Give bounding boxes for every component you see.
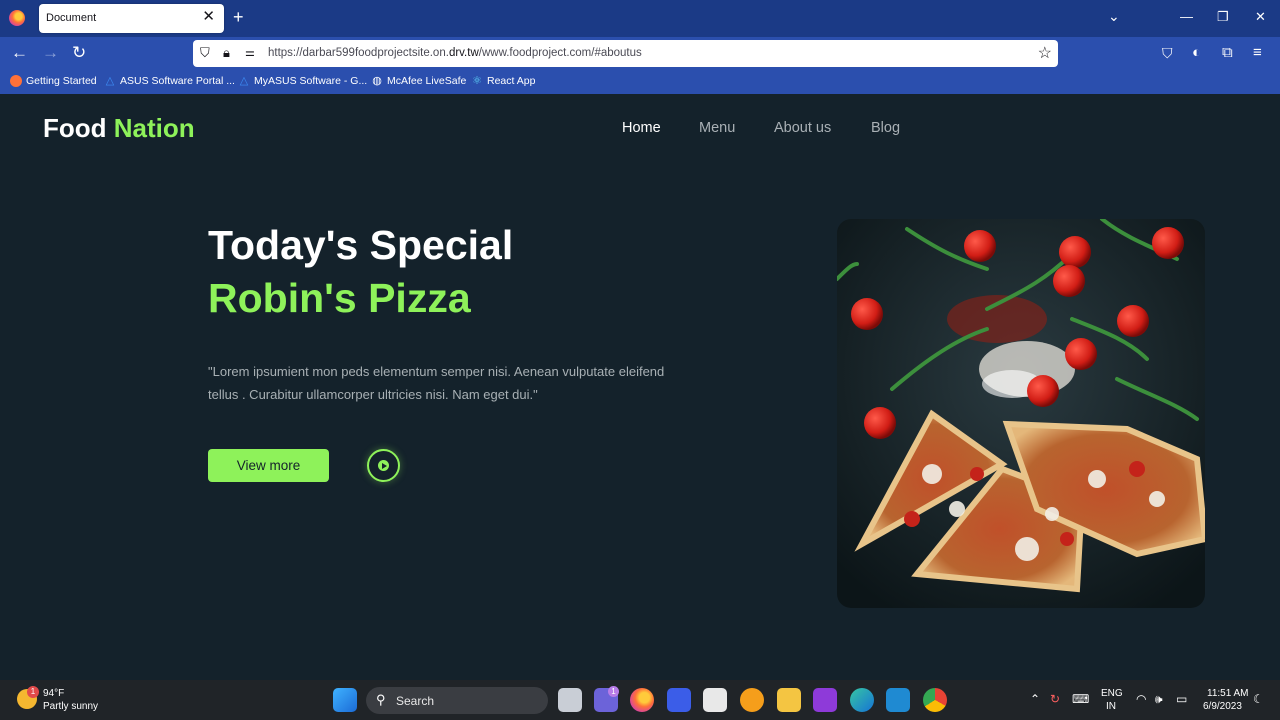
clock-time[interactable]: 11:51 AM	[1207, 688, 1249, 699]
hero-title: Today's Special	[208, 222, 514, 268]
nav-blog[interactable]: Blog	[871, 120, 900, 136]
media-app-icon[interactable]	[813, 688, 837, 712]
firefox-taskbar-icon[interactable]	[630, 688, 654, 712]
search-icon: ⚲	[376, 692, 386, 707]
vscode-icon[interactable]	[886, 688, 910, 712]
chat-badge: 1	[608, 686, 619, 697]
chrome-icon[interactable]	[923, 688, 947, 712]
sync-icon[interactable]: ↻	[1050, 692, 1060, 706]
pizza-image	[837, 219, 1205, 608]
bookmark-myasus-software[interactable]: △ MyASUS Software - G...	[238, 75, 367, 87]
vpn-app-icon[interactable]	[740, 688, 764, 712]
search-label: Search	[396, 694, 435, 708]
windows-start-icon[interactable]	[333, 688, 357, 712]
wifi-icon[interactable]: ◠	[1136, 692, 1146, 706]
tracking-protection-shield-icon[interactable]: ⛉	[200, 45, 210, 61]
hero-description: "Lorem ipsumient mon peds elementum semp…	[208, 364, 665, 402]
edge-icon[interactable]	[850, 688, 874, 712]
bookmarks-toolbar: Getting Started △ ASUS Software Portal .…	[0, 70, 1280, 94]
logo-word-food: Food	[43, 113, 107, 143]
nav-menu[interactable]: Menu	[699, 120, 735, 136]
weather-badge: 1	[27, 686, 39, 698]
language-line1[interactable]: ENG	[1101, 688, 1123, 699]
url-text[interactable]: https://darbar599foodprojectsite.on.drv.…	[268, 47, 642, 59]
back-icon[interactable]: ←	[11, 43, 28, 63]
bookmark-getting-started[interactable]: Getting Started	[10, 75, 97, 87]
pocket-icon[interactable]: ⛉	[1162, 43, 1173, 63]
list-all-tabs-icon[interactable]: ⌄	[1108, 8, 1120, 25]
react-icon: ⚛	[472, 75, 482, 87]
address-bar[interactable]: ⛉ 🔒︎ ⚌ https://darbar599foodprojectsite.…	[193, 40, 1058, 67]
close-tab-icon[interactable]: ✕	[202, 9, 215, 25]
restore-icon[interactable]: ❐	[1217, 9, 1229, 25]
web-page: Food Nation Home Menu About us Blog Toda…	[0, 94, 1280, 680]
forward-icon[interactable]: →	[42, 43, 59, 63]
globe-icon: ◍	[372, 75, 382, 87]
bookmark-star-icon[interactable]: ☆	[1038, 43, 1052, 63]
app-taskbar-icon[interactable]	[667, 688, 691, 712]
asus-icon: △	[105, 75, 115, 87]
close-window-icon[interactable]: ✕	[1255, 9, 1266, 25]
language-line2[interactable]: IN	[1106, 701, 1116, 712]
weather-temp: 94°F	[43, 688, 65, 699]
view-more-button[interactable]: View more	[208, 449, 329, 482]
taskbar-search[interactable]: ⚲ Search	[366, 687, 548, 714]
site-logo[interactable]: Food Nation	[43, 113, 195, 144]
windows-taskbar: 1 94°F Partly sunny ⚲ Search 1 ⌃ ↻ ⌨ ENG…	[0, 680, 1280, 720]
clock-date[interactable]: 6/9/2023	[1203, 701, 1242, 712]
new-tab-icon[interactable]: +	[233, 8, 244, 26]
lock-icon[interactable]: 🔒︎	[223, 45, 230, 61]
bookmark-asus-software-portal[interactable]: △ ASUS Software Portal ...	[104, 75, 235, 87]
reload-icon[interactable]: ↻	[72, 43, 86, 63]
dark-mode-icon[interactable]: ◐	[1192, 43, 1201, 63]
hero-subtitle: Robin's Pizza	[208, 275, 471, 321]
keyboard-icon[interactable]: ⌨	[1072, 692, 1089, 706]
weather-desc: Partly sunny	[43, 701, 99, 712]
microsoft-store-icon[interactable]	[703, 688, 727, 712]
browser-navbar: ← → ↻ ⛉ 🔒︎ ⚌ https://darbar599foodprojec…	[0, 37, 1280, 70]
bookmark-mcafee-livesafe[interactable]: ◍ McAfee LiveSafe	[371, 75, 466, 87]
nav-about-us[interactable]: About us	[774, 120, 831, 136]
nav-home[interactable]: Home	[622, 120, 661, 136]
tab-title: Document	[46, 12, 97, 24]
show-hidden-icons-icon[interactable]: ⌃	[1030, 692, 1040, 706]
battery-icon[interactable]: ▭	[1176, 692, 1187, 706]
volume-icon[interactable]: 🕪︎	[1155, 692, 1163, 706]
play-video-button[interactable]	[367, 449, 400, 482]
file-explorer-icon[interactable]	[777, 688, 801, 712]
extensions-icon[interactable]: ⧉	[1222, 43, 1233, 63]
firefox-logo-icon	[9, 10, 25, 26]
browser-titlebar: Document ✕ + ⌄ — ❐ ✕	[0, 0, 1280, 37]
notifications-icon[interactable]: ☾	[1253, 692, 1264, 706]
task-view-icon[interactable]	[558, 688, 582, 712]
logo-word-nation: Nation	[113, 113, 195, 143]
permissions-icon[interactable]: ⚌	[245, 45, 255, 61]
asus-icon: △	[239, 75, 249, 87]
bookmark-react-app[interactable]: ⚛ React App	[471, 75, 535, 87]
minimize-icon[interactable]: —	[1180, 9, 1193, 25]
firefox-bookmark-icon	[10, 75, 22, 87]
app-menu-icon[interactable]: ≡	[1253, 43, 1262, 63]
browser-tab[interactable]: Document ✕	[39, 4, 224, 33]
